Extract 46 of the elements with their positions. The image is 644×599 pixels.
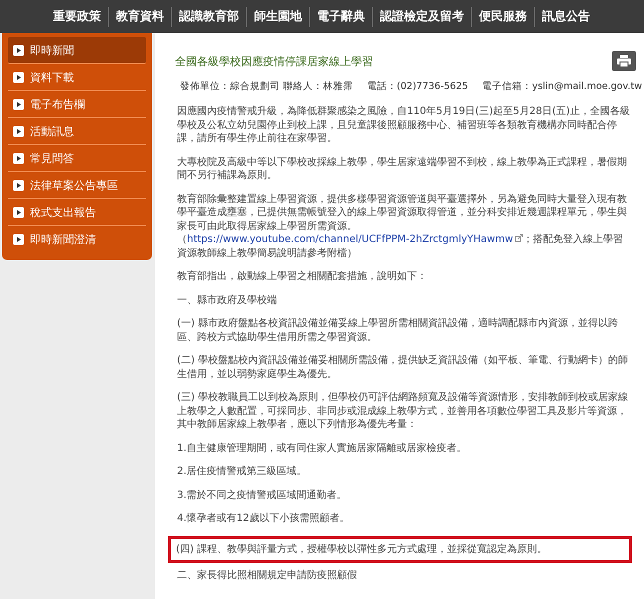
paragraph: 3.需於不同之疫情警戒區域間通勤者。	[176, 488, 348, 502]
paragraph: (二) 學校盤點校內資訊設備並備妥相關所需設備，提供缺乏資訊設備（如平板、筆電、行動網卡）的師生借用，並以弱勢家庭學生為優先。	[176, 354, 629, 381]
nav-link[interactable]: 重要政策	[46, 8, 108, 25]
paragraph: 2.居住疫情警戒第三級區域。	[176, 465, 308, 478]
meta-text: 電子信箱：yslin@mail.moe.gov.tw	[482, 80, 642, 93]
paragraph: (一) 縣市政府盤點各校資訊設備並備妥線上學習所需相關資訊設備，適時調配縣市內資源，並得以跨區、跨校方式協助學生借用所需之學習資源。	[176, 317, 619, 344]
paragraph: 教育部除彙整建置線上學習資源，提供多樣學習資源管道與平臺選擇外，另為避免同時大量登入現有教學平臺造成壅塞，已提供無需帳號登入的線上學習資源取得管道，並分科安排近幾週課程單元，學生與家長可由此取得居家線上學習所需資源。（https://www.youtube.com/channel/UCFfPPM-2hZrctgmlyYHawmw ；搭配免登入線上學習資源教師線上教學簡易說明請參考附檔）	[176, 192, 628, 260]
play-icon	[13, 44, 24, 56]
paragraph: 4.懷孕者或有12歲以下小孩需照顧者。	[176, 512, 350, 526]
paragraph: (四) 課程、教學與評量方式，授權學校以彈性多元方式處理，並採從寬認定為原則。	[168, 536, 632, 563]
sidebar-item[interactable]: 稅式支出報告	[8, 199, 146, 226]
print-icon	[617, 55, 631, 67]
paragraph: 大專校院及高級中等以下學校改採線上教學，學生居家遠端學習不到校，線上教學為正式課程，暑假期間不另行補課為原則。	[176, 156, 628, 182]
nav-link[interactable]: 電子辭典	[310, 8, 372, 25]
meta-text: 電話：(02)7736-5625	[366, 80, 468, 93]
meta-text: 發佈單位：綜合規劃司 聯絡人：林雅霈	[180, 80, 353, 93]
play-icon	[13, 126, 24, 136]
nav-link[interactable]: 教育資料	[109, 8, 171, 25]
paragraph: 1.自主健康管理期間，或有同住家人實施居家隔離或居家檢疫者。	[176, 442, 468, 455]
paragraph: 教育部指出，啟動線上學習之相關配套措施，說明如下：	[176, 270, 428, 284]
nav-link[interactable]: 便民服務	[472, 8, 534, 25]
sidebar-item[interactable]: 活動訊息	[8, 118, 146, 145]
nav-link[interactable]: 師生園地	[247, 8, 309, 25]
sidebar-item[interactable]: 即時新聞	[8, 37, 146, 64]
play-icon	[13, 234, 24, 244]
url-link[interactable]: https://www.youtube.com/channel/UCFfPPM-2hZrctgmlyYHawmw	[187, 234, 523, 245]
sidebar-item[interactable]: 電子布告欄	[8, 91, 146, 118]
sidebar-item[interactable]: 資料下載	[8, 64, 146, 91]
paragraph: 一、縣市政府及學校端	[176, 294, 278, 307]
nav-link[interactable]: 訊息公告	[535, 8, 597, 25]
sidebar-item[interactable]: 即時新聞澄清	[8, 226, 146, 252]
nav-link[interactable]: 認識教育部	[172, 8, 246, 25]
article-title: 全國各級學校因應疫情停課居家線上學習	[175, 54, 373, 68]
nav-link[interactable]: 認證檢定及留考	[373, 8, 471, 25]
play-icon	[13, 206, 24, 218]
external-link-icon	[515, 234, 523, 242]
paragraph: (三) 學校教職員工以到校為原則，但學校仍可評估網路頻寬及設備等資源情形，安排教師到校或居家線上教學之人數配置，可採同步、非同步或混成線上教學方式，並善用各項數位學習工具及影片等資源，其中教師居家線上教學者，應以下列情形為優先考量：	[176, 391, 629, 432]
paragraph: 二、家長得比照相關規定申請防疫照顧假	[176, 569, 358, 582]
sidebar-item[interactable]: 法律草案公告專區	[8, 172, 146, 199]
print-button[interactable]	[612, 51, 636, 71]
play-icon	[13, 180, 24, 190]
sidebar-item[interactable]: 常見問答	[8, 145, 146, 172]
play-icon	[13, 98, 24, 110]
paragraph: 因應國內疫情警戒升級，為降低群聚感染之風險，自110年5月19日(三)起至5月28日(五)止，全國各級學校及公私立幼兒園停止到校上課，且兒童課後照顧服務中心、補習班等各類教育機構亦同時配合停課，請所有學生停止前往在家學習。	[176, 105, 631, 146]
play-icon	[13, 152, 24, 164]
play-icon	[13, 72, 24, 82]
